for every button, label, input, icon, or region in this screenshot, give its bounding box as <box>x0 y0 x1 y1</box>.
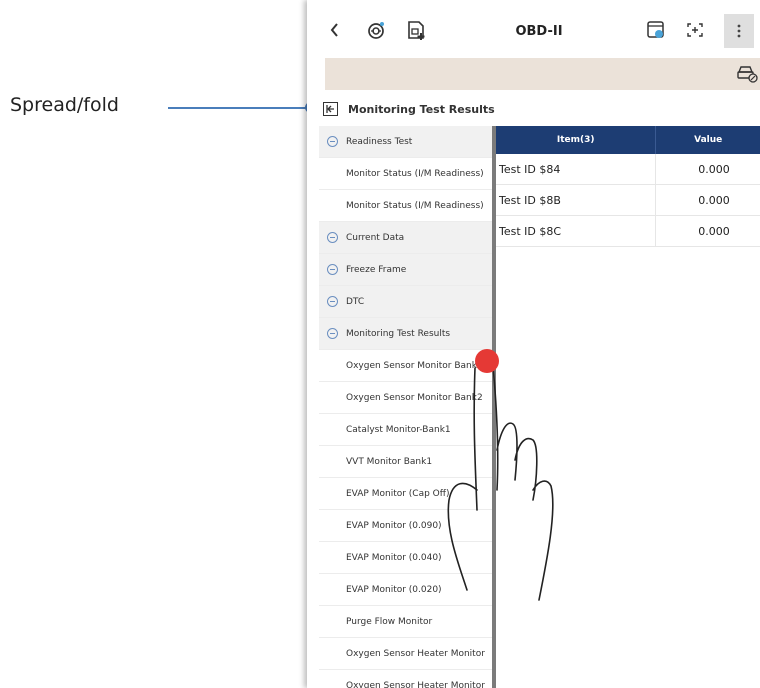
back-button[interactable] <box>327 18 343 42</box>
tree-group-item[interactable]: DTC <box>319 286 493 318</box>
table-row[interactable]: Test ID $8C 0.000 <box>496 216 760 247</box>
cell-value: 0.000 <box>698 193 730 207</box>
tree-item-label: Current Data <box>346 232 405 243</box>
chevron-left-icon <box>330 23 338 37</box>
callout-leader-line <box>168 107 310 109</box>
database-icon <box>647 21 664 38</box>
table-row[interactable]: Test ID $8B 0.000 <box>496 185 760 216</box>
app-header: OBD-II <box>307 0 760 58</box>
collapse-panel-icon <box>326 105 334 113</box>
tree-item-label: Readiness Test <box>346 136 413 147</box>
tree-child-item[interactable]: Monitor Status (I/M Readiness) <box>319 190 493 222</box>
collapse-minus-icon <box>327 264 338 275</box>
collapse-minus-icon <box>327 328 338 339</box>
tree-group-item[interactable]: Current Data <box>319 222 493 254</box>
vehicle-status-icon[interactable] <box>736 64 758 84</box>
section-header: Monitoring Test Results <box>319 96 760 122</box>
tree-item-label: Monitor Status (I/M Readiness) <box>346 168 484 179</box>
section-title: Monitoring Test Results <box>348 102 495 116</box>
column-header-item: Item(3) <box>496 126 657 154</box>
cell-value: 0.000 <box>698 162 730 176</box>
data-button[interactable] <box>643 18 669 42</box>
tree-group-item[interactable]: Freeze Frame <box>319 254 493 286</box>
page-title: OBD-II <box>515 24 563 39</box>
capture-button[interactable] <box>683 18 707 42</box>
tree-item-label: Oxygen Sensor Heater Monitor <box>346 680 485 688</box>
report-button[interactable] <box>403 18 429 42</box>
scan-gear-icon <box>368 22 384 39</box>
cell-item: Test ID $8B <box>496 185 656 215</box>
cell-item: Test ID $84 <box>496 154 656 184</box>
table-header: Item(3) Value <box>496 126 760 154</box>
tree-item-label: Monitor Status (I/M Readiness) <box>346 200 484 211</box>
cell-item: Test ID $8C <box>496 216 656 246</box>
tree-item-label: Freeze Frame <box>346 264 407 275</box>
column-header-value: Value <box>694 135 723 145</box>
collapse-minus-icon <box>327 296 338 307</box>
spread-fold-callout-label: Spread/fold <box>10 94 119 116</box>
screen-capture-icon <box>687 23 703 37</box>
vertical-dots-icon <box>737 24 741 38</box>
document-add-icon <box>408 21 425 40</box>
tree-item-label: DTC <box>346 296 365 307</box>
collapse-minus-icon <box>327 136 338 147</box>
touch-point-dot <box>475 349 499 373</box>
table-row[interactable]: Test ID $84 0.000 <box>496 154 760 185</box>
toolbar-strip <box>325 58 760 90</box>
collapse-minus-icon <box>327 232 338 243</box>
touch-hand-icon <box>447 349 554 601</box>
results-table: Item(3) Value Test ID $84 0.000 Test ID … <box>496 126 760 247</box>
tree-child-item[interactable]: Monitor Status (I/M Readiness) <box>319 158 493 190</box>
cell-value: 0.000 <box>698 224 730 238</box>
tree-child-item[interactable]: Oxygen Sensor Heater Monitor <box>319 638 493 670</box>
more-options-button[interactable] <box>724 14 754 48</box>
tree-group-item[interactable]: Readiness Test <box>319 126 493 158</box>
diagnosis-button[interactable] <box>363 18 389 42</box>
tree-item-label: Oxygen Sensor Heater Monitor <box>346 648 485 659</box>
tree-child-item[interactable]: Oxygen Sensor Heater Monitor <box>319 670 493 688</box>
spread-fold-button[interactable] <box>323 102 338 116</box>
tree-item-label: Monitoring Test Results <box>346 328 451 339</box>
